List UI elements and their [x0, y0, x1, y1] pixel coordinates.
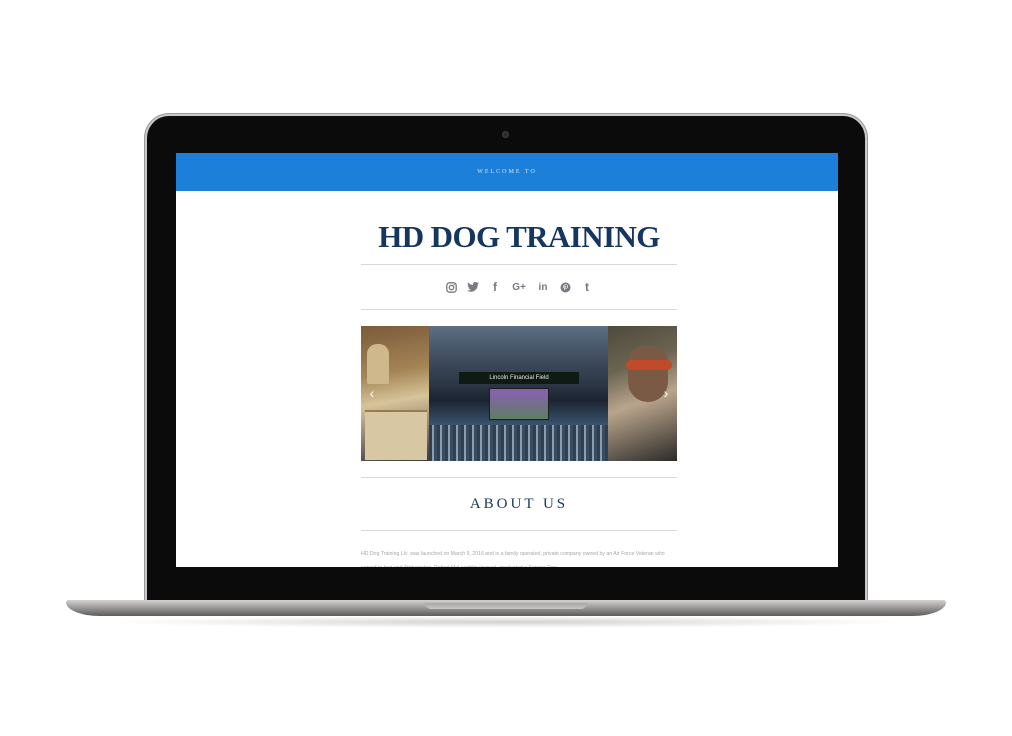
- twitter-icon[interactable]: [466, 280, 480, 294]
- linkedin-icon[interactable]: in: [536, 280, 550, 294]
- tumblr-icon[interactable]: t: [580, 280, 594, 294]
- about-paragraph: HD Dog Training Llc. was launched on Mar…: [361, 551, 665, 567]
- divider: [361, 530, 677, 531]
- slider-next-arrow-icon[interactable]: ›: [659, 384, 673, 402]
- instagram-icon[interactable]: [444, 280, 458, 294]
- camera-icon: [502, 131, 509, 138]
- slider-prev-arrow-icon[interactable]: ‹: [365, 384, 379, 402]
- stadium-sign: Lincoln Financial Field: [459, 372, 579, 384]
- photo-person: [367, 344, 389, 384]
- social-links: f G+ in t: [361, 265, 677, 309]
- stadium-screen: [489, 388, 549, 420]
- facebook-icon[interactable]: f: [488, 280, 502, 294]
- divider: [361, 309, 677, 310]
- image-slider[interactable]: Lincoln Financial Field ‹ ›: [361, 326, 677, 461]
- site-title[interactable]: HD DOG TRAINING: [361, 219, 677, 255]
- laptop-shadow: [100, 616, 912, 628]
- browser-screen: WELCOME TO HD DOG TRAINING f G+ in t Lin…: [176, 153, 838, 567]
- photo-sign: [365, 410, 427, 460]
- welcome-text: WELCOME TO: [477, 169, 537, 175]
- google-plus-icon[interactable]: G+: [510, 280, 528, 294]
- photo-sunglasses: [626, 360, 672, 370]
- laptop-notch: [425, 603, 587, 609]
- pinterest-icon[interactable]: [558, 280, 572, 294]
- about-heading: ABOUT US: [469, 495, 569, 512]
- content-column: HD DOG TRAINING f G+ in t Lincoln Financ…: [361, 191, 677, 567]
- top-banner: WELCOME TO: [176, 153, 838, 191]
- slide-photo-stadium: Lincoln Financial Field: [429, 326, 608, 461]
- stadium-crowd: [429, 425, 608, 461]
